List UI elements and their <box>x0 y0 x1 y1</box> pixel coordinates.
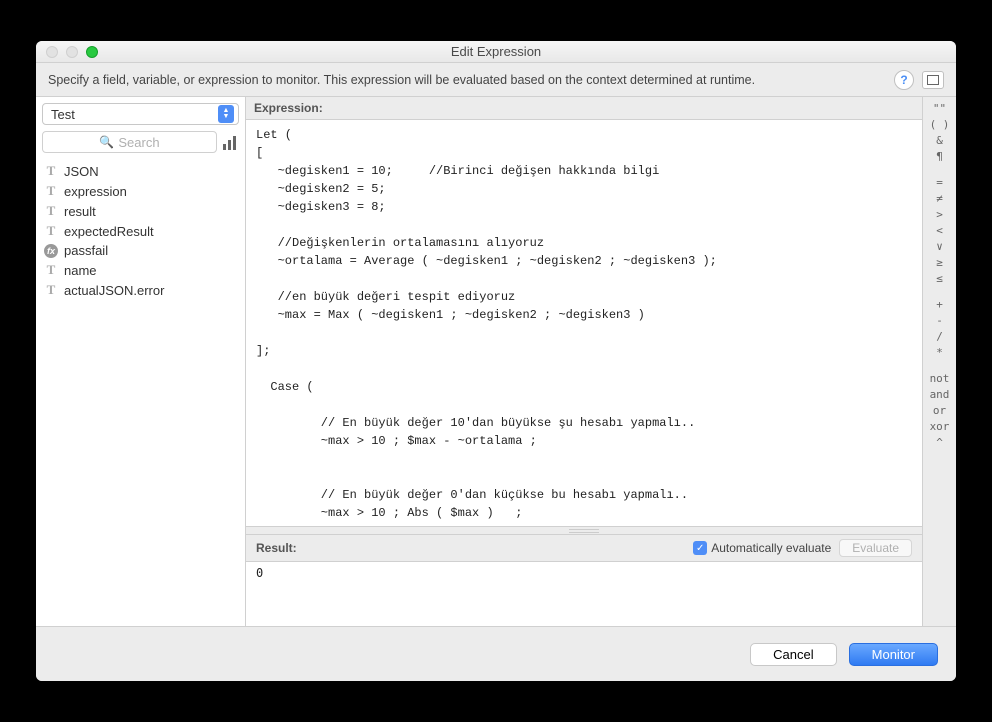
cancel-button[interactable]: Cancel <box>750 643 836 666</box>
operator-button[interactable]: ^ <box>923 435 956 449</box>
auto-evaluate-label: Automatically evaluate <box>711 541 831 555</box>
expression-editor[interactable]: Let ( [ ~degisken1 = 10; //Birinci değiş… <box>246 120 922 527</box>
result-output: 0 <box>246 562 922 626</box>
table-select[interactable]: Test ▲▼ <box>42 103 239 125</box>
field-item[interactable]: TactualJSON.error <box>36 280 245 300</box>
operators-pane: "" ( ) & ¶ = ≠ > < ∨ ≥ ≤ + - / * not and or xor ^ <box>922 97 956 626</box>
operator-button[interactable]: + <box>923 297 956 311</box>
data-viewer-button[interactable] <box>922 71 944 89</box>
help-button[interactable]: ? <box>894 70 914 90</box>
operator-button[interactable]: - <box>923 313 956 327</box>
auto-evaluate-checkbox[interactable]: ✓ Automatically evaluate <box>693 541 831 555</box>
field-item[interactable]: Texpression <box>36 181 245 201</box>
search-input[interactable]: 🔍 Search <box>42 131 217 153</box>
expression-pane: Expression: Let ( [ ~degisken1 = 10; //B… <box>246 97 922 626</box>
titlebar: Edit Expression <box>36 41 956 63</box>
instruction-text: Specify a field, variable, or expression… <box>48 73 755 87</box>
operator-button[interactable]: ¶ <box>923 149 956 163</box>
text-field-icon: T <box>44 163 58 179</box>
operator-button[interactable]: ≠ <box>923 191 956 205</box>
table-select-value: Test <box>51 107 75 122</box>
result-label: Result: <box>256 541 297 555</box>
operator-button[interactable]: ≥ <box>923 255 956 269</box>
result-header: Result: ✓ Automatically evaluate Evaluat… <box>246 535 922 562</box>
field-name: actualJSON.error <box>64 283 164 298</box>
field-item[interactable]: T JSON <box>36 161 245 181</box>
operator-button[interactable]: ≤ <box>923 271 956 285</box>
field-item[interactable]: Tname <box>36 260 245 280</box>
fields-pane: Test ▲▼ 🔍 Search TJSONTexpressionTresult… <box>36 97 246 626</box>
operator-button[interactable]: = <box>923 175 956 189</box>
field-name: JSON <box>64 164 99 179</box>
field-name: expression <box>64 184 127 199</box>
chevron-updown-icon: ▲▼ <box>218 105 234 123</box>
operator-button[interactable]: * <box>923 345 956 359</box>
operator-button[interactable]: ∨ <box>923 239 956 253</box>
sort-icon[interactable] <box>223 134 239 150</box>
text-field-icon: T <box>44 262 58 278</box>
field-name: passfail <box>64 243 108 258</box>
field-name: expectedResult <box>64 224 154 239</box>
text-field-icon: T <box>44 183 58 199</box>
resize-handle[interactable] <box>246 527 922 535</box>
window-title: Edit Expression <box>36 44 956 59</box>
field-item[interactable]: fx passfail <box>36 241 245 260</box>
operator-button[interactable]: and <box>923 387 956 401</box>
operator-button[interactable]: xor <box>923 419 956 433</box>
operator-button[interactable]: ( ) <box>923 117 956 131</box>
edit-expression-window: Edit Expression Specify a field, variabl… <box>36 41 956 681</box>
operator-button[interactable]: & <box>923 133 956 147</box>
operator-button[interactable]: or <box>923 403 956 417</box>
field-item[interactable]: TexpectedResult <box>36 221 245 241</box>
search-icon: 🔍 <box>99 135 114 149</box>
operator-button[interactable]: < <box>923 223 956 237</box>
operator-button[interactable]: "" <box>923 101 956 115</box>
evaluate-button: Evaluate <box>839 539 912 557</box>
field-item[interactable]: Tresult <box>36 201 245 221</box>
operator-button[interactable]: not <box>923 371 956 385</box>
checkmark-icon: ✓ <box>693 541 707 555</box>
operator-button[interactable]: > <box>923 207 956 221</box>
main-content: Test ▲▼ 🔍 Search TJSONTexpressionTresult… <box>36 97 956 627</box>
text-field-icon: T <box>44 203 58 219</box>
operator-button[interactable]: / <box>923 329 956 343</box>
field-list: TJSONTexpressionTresultTexpectedResultfx… <box>36 159 245 626</box>
calculation-field-icon: fx <box>44 244 58 258</box>
text-field-icon: T <box>44 223 58 239</box>
search-placeholder: Search <box>118 135 159 150</box>
footer: Cancel Monitor <box>36 627 956 681</box>
field-name: result <box>64 204 96 219</box>
instruction-bar: Specify a field, variable, or expression… <box>36 63 956 97</box>
field-name: name <box>64 263 97 278</box>
expression-label: Expression: <box>246 97 922 120</box>
monitor-button[interactable]: Monitor <box>849 643 938 666</box>
text-field-icon: T <box>44 282 58 298</box>
